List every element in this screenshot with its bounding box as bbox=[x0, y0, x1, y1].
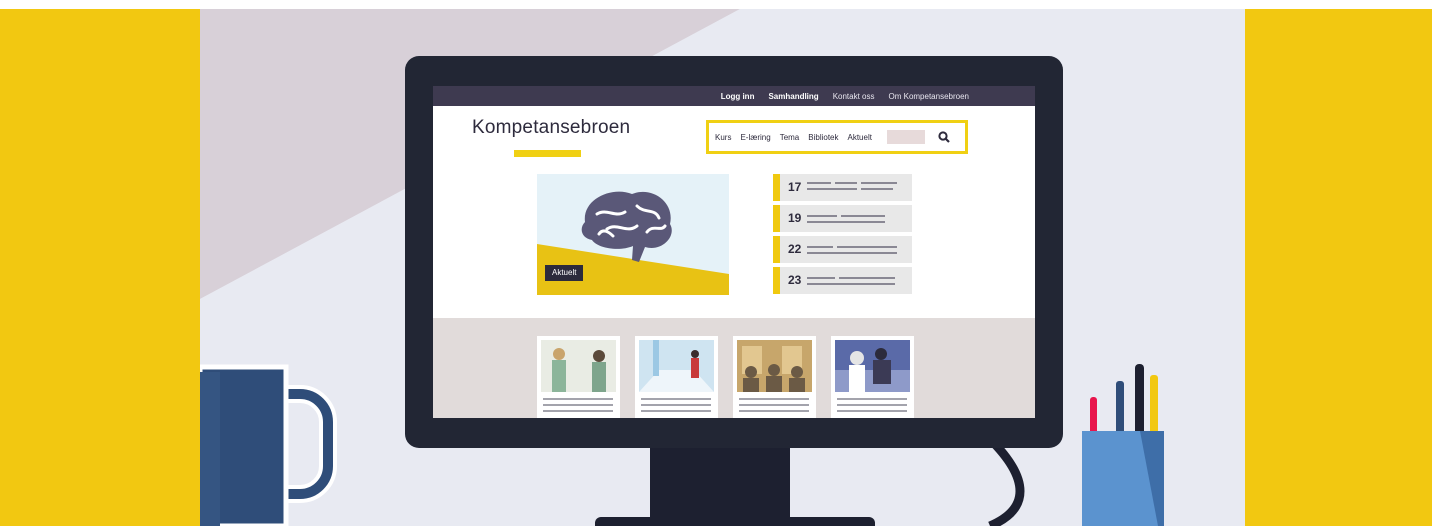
event-accent bbox=[773, 205, 780, 232]
top-nav: Logg inn Samhandling Kontakt oss Om Komp… bbox=[721, 86, 969, 106]
event-item[interactable]: 23 bbox=[773, 267, 912, 294]
topnav-about-link[interactable]: Om Kompetansebroen bbox=[889, 92, 970, 101]
event-item[interactable]: 19 bbox=[773, 205, 912, 232]
event-line bbox=[837, 246, 897, 248]
topnav-samhandling-link[interactable]: Samhandling bbox=[768, 92, 818, 101]
card-image bbox=[737, 340, 812, 392]
right-yellow-panel bbox=[1245, 9, 1432, 526]
card-line bbox=[837, 398, 907, 400]
card-line bbox=[543, 398, 613, 400]
event-accent bbox=[773, 236, 780, 263]
article-card[interactable] bbox=[537, 336, 620, 418]
event-line bbox=[807, 182, 831, 184]
card-line bbox=[739, 410, 809, 412]
card-image bbox=[835, 340, 910, 392]
card-line bbox=[641, 398, 711, 400]
event-day: 23 bbox=[788, 273, 802, 287]
nav-kurs-link[interactable]: Kurs bbox=[715, 133, 731, 142]
website-screen: Logg inn Samhandling Kontakt oss Om Komp… bbox=[433, 86, 1035, 418]
event-line bbox=[861, 188, 893, 190]
top-bar: Logg inn Samhandling Kontakt oss Om Komp… bbox=[433, 86, 1035, 106]
nav-bibliotek-link[interactable]: Bibliotek bbox=[808, 133, 838, 142]
card-image bbox=[639, 340, 714, 392]
event-day: 19 bbox=[788, 211, 802, 225]
site-logo[interactable]: Kompetansebroen bbox=[472, 117, 630, 139]
event-line bbox=[807, 221, 885, 223]
event-item[interactable]: 22 bbox=[773, 236, 912, 263]
event-accent bbox=[773, 267, 780, 294]
event-day: 22 bbox=[788, 242, 802, 256]
monitor-base bbox=[595, 517, 875, 526]
event-line bbox=[861, 182, 897, 184]
card-line bbox=[543, 404, 613, 406]
logo-underline bbox=[514, 150, 581, 157]
event-line bbox=[807, 283, 895, 285]
card-line bbox=[837, 404, 907, 406]
top-frame bbox=[0, 0, 1432, 9]
event-accent bbox=[773, 174, 780, 201]
event-line bbox=[807, 252, 897, 254]
main-nav: Kurs E-læring Tema Bibliotek Aktuelt bbox=[706, 120, 968, 154]
event-day: 17 bbox=[788, 180, 802, 194]
article-card[interactable] bbox=[635, 336, 718, 418]
brain-icon bbox=[581, 191, 672, 262]
event-line bbox=[807, 188, 857, 190]
event-list: 17 19 22 23 bbox=[773, 174, 912, 298]
event-line bbox=[841, 215, 885, 217]
hero-article[interactable]: Aktuelt bbox=[537, 174, 729, 295]
card-line bbox=[543, 410, 613, 412]
article-card[interactable] bbox=[831, 336, 914, 418]
event-line bbox=[807, 277, 835, 279]
monitor: Logg inn Samhandling Kontakt oss Om Komp… bbox=[405, 56, 1063, 448]
event-line bbox=[807, 215, 837, 217]
event-line bbox=[839, 277, 895, 279]
monitor-stand bbox=[650, 448, 790, 526]
article-card[interactable] bbox=[733, 336, 816, 418]
topnav-login-link[interactable]: Logg inn bbox=[721, 92, 755, 101]
nav-elearning-link[interactable]: E-læring bbox=[740, 133, 770, 142]
card-image bbox=[541, 340, 616, 392]
card-line bbox=[641, 404, 711, 406]
topnav-contact-link[interactable]: Kontakt oss bbox=[833, 92, 875, 101]
card-line bbox=[641, 410, 711, 412]
card-line bbox=[837, 410, 907, 412]
event-item[interactable]: 17 bbox=[773, 174, 912, 201]
search-icon[interactable] bbox=[938, 131, 950, 143]
card-line bbox=[739, 404, 809, 406]
event-line bbox=[835, 182, 857, 184]
left-yellow-panel bbox=[0, 9, 200, 526]
nav-tema-link[interactable]: Tema bbox=[780, 133, 800, 142]
search-input[interactable] bbox=[886, 130, 925, 144]
desk-scene: Logg inn Samhandling Kontakt oss Om Komp… bbox=[200, 9, 1245, 526]
card-line bbox=[739, 398, 809, 400]
event-line bbox=[807, 246, 833, 248]
hero-badge[interactable]: Aktuelt bbox=[545, 265, 584, 281]
nav-aktuelt-link[interactable]: Aktuelt bbox=[848, 133, 872, 142]
